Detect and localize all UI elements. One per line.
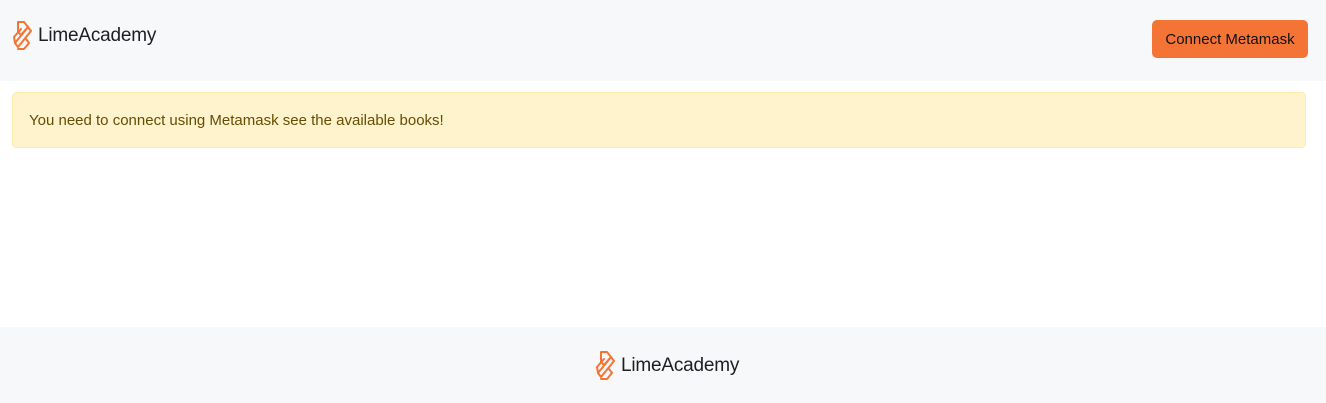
lime-academy-logo-icon — [12, 19, 34, 51]
connect-metamask-button[interactable]: Connect Metamask — [1152, 20, 1308, 58]
alert-message: You need to connect using Metamask see t… — [29, 111, 444, 129]
header-logo[interactable]: LimeAcademy — [12, 18, 156, 52]
footer-logo[interactable]: LimeAcademy — [595, 348, 739, 382]
logo-text-lime: Lime — [38, 24, 79, 46]
logo-text-academy: Academy — [661, 354, 740, 376]
lime-academy-logo-icon — [595, 349, 617, 381]
top-navbar: LimeAcademy Connect Metamask — [0, 0, 1326, 81]
logo-wordmark: LimeAcademy — [38, 26, 156, 45]
page-footer: LimeAcademy — [0, 327, 1326, 403]
logo-text-lime: Lime — [621, 354, 662, 376]
connect-warning-alert: You need to connect using Metamask see t… — [12, 92, 1306, 148]
logo-text-academy: Academy — [78, 24, 157, 46]
logo-wordmark: LimeAcademy — [621, 356, 739, 375]
